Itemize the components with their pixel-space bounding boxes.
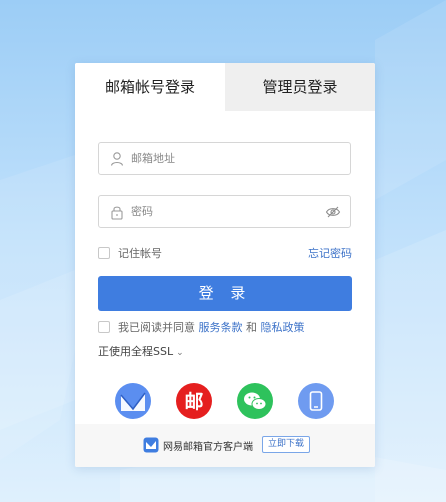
terms-of-service-link[interactable]: 服务条款 bbox=[199, 321, 243, 334]
password-input[interactable] bbox=[131, 196, 331, 227]
wechat-app-button[interactable] bbox=[237, 383, 273, 419]
agree-terms-checkbox[interactable] bbox=[98, 321, 110, 333]
mobile-phone-icon bbox=[309, 391, 323, 411]
tab-mail-account-login[interactable]: 邮箱帐号登录 bbox=[75, 63, 225, 111]
login-card: 邮箱帐号登录 管理员登录 记住帐号 忘记密码 登 录 我已阅读并同意 服务条款 … bbox=[75, 63, 375, 467]
mobile-app-button[interactable] bbox=[298, 383, 334, 419]
mail-client-logo-icon bbox=[143, 437, 159, 453]
chevron-down-icon: ⌄ bbox=[176, 348, 184, 358]
client-download-footer: 网易邮箱官方客户端 立即下载 bbox=[75, 424, 375, 467]
mail-master-app-button[interactable] bbox=[115, 383, 151, 419]
forgot-password-link[interactable]: 忘记密码 bbox=[308, 245, 352, 261]
eye-off-icon[interactable] bbox=[325, 204, 341, 220]
wechat-icon bbox=[244, 392, 267, 410]
netease-163-icon: 邮 bbox=[184, 391, 203, 413]
login-tabs: 邮箱帐号登录 管理员登录 bbox=[75, 63, 375, 111]
email-field bbox=[98, 142, 351, 175]
user-icon bbox=[110, 152, 124, 166]
login-button[interactable]: 登 录 bbox=[98, 276, 352, 311]
netease-163-app-button[interactable]: 邮 bbox=[176, 383, 212, 419]
privacy-policy-link[interactable]: 隐私政策 bbox=[261, 321, 305, 334]
agreement-text: 我已阅读并同意 服务条款 和 隐私政策 bbox=[118, 319, 305, 335]
lock-icon bbox=[111, 206, 123, 220]
agreement-prefix: 我已阅读并同意 bbox=[118, 321, 199, 334]
tab-admin-login[interactable]: 管理员登录 bbox=[225, 63, 375, 111]
agreement-and: 和 bbox=[242, 321, 261, 334]
app-login-options: 邮 bbox=[75, 383, 375, 419]
download-now-button[interactable]: 立即下载 bbox=[262, 436, 311, 453]
ssl-toggle[interactable]: 正使用全程SSL ⌄ bbox=[98, 343, 184, 359]
password-field bbox=[98, 195, 351, 228]
mail-master-icon bbox=[115, 383, 151, 419]
email-input[interactable] bbox=[131, 143, 331, 174]
client-name-text: 网易邮箱官方客户端 bbox=[163, 442, 253, 453]
remember-account-checkbox[interactable] bbox=[98, 247, 110, 259]
ssl-label: 正使用全程SSL bbox=[98, 345, 174, 358]
remember-account-label: 记住帐号 bbox=[118, 247, 162, 260]
svg-text:邮: 邮 bbox=[184, 391, 203, 413]
